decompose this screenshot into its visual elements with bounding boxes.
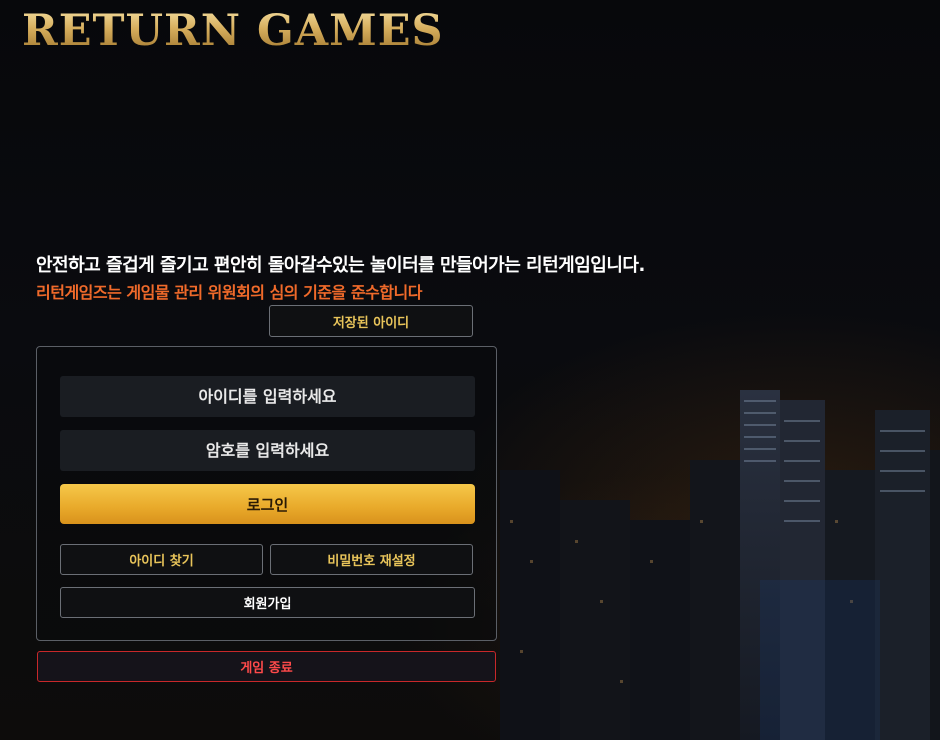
compliance-notice: 리턴게임즈는 게임물 관리 위원회의 심의 기준을 준수합니다 [36, 283, 422, 302]
logo: RETURN GAMES [22, 6, 444, 56]
saved-id-button[interactable]: 저장된 아이디 [269, 305, 473, 337]
exit-game-button[interactable]: 게임 종료 [37, 651, 496, 682]
signup-button[interactable]: 회원가입 [60, 587, 475, 618]
password-input[interactable] [60, 430, 475, 471]
id-input[interactable] [60, 376, 475, 417]
tagline: 안전하고 즐겁게 즐기고 편안히 돌아갈수있는 놀이터를 만들어가는 리턴게임입… [36, 255, 645, 276]
login-button[interactable]: 로그인 [60, 484, 475, 524]
reset-password-button[interactable]: 비밀번호 재설정 [270, 544, 473, 575]
find-id-button[interactable]: 아이디 찾기 [60, 544, 263, 575]
